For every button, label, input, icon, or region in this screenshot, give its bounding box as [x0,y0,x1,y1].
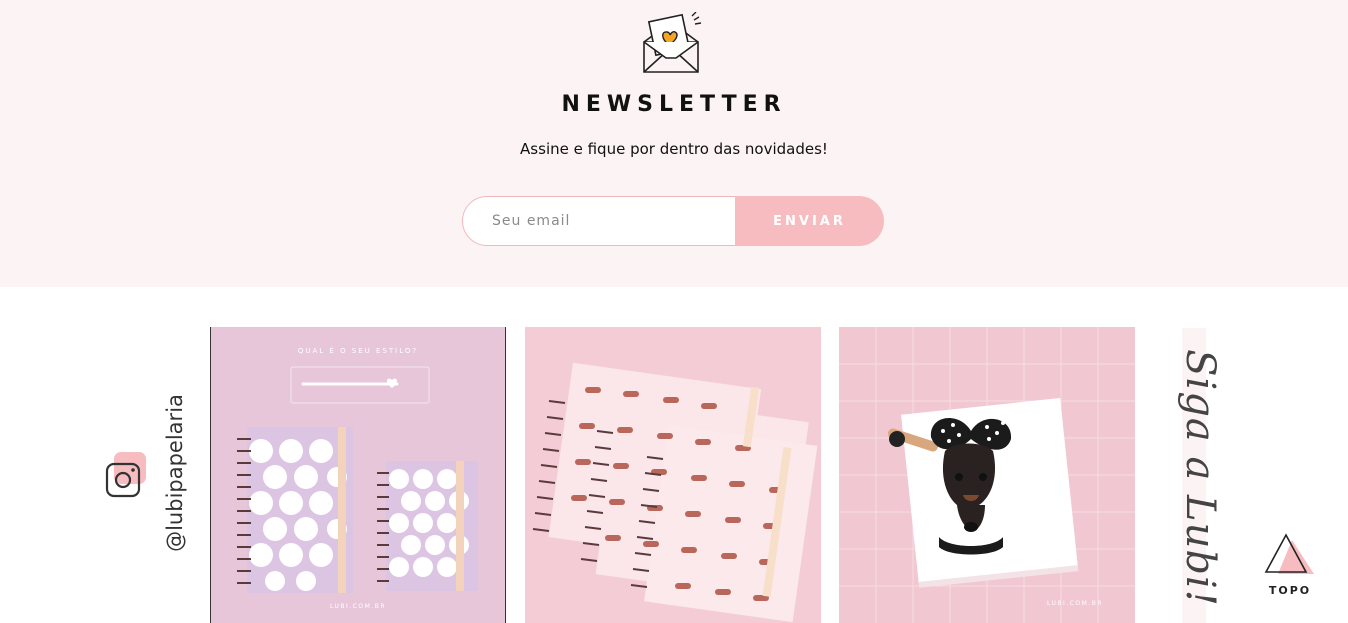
photo-caption: QUAL É O SEU ESTILO? [298,346,418,355]
photo-watermark: LUBI.COM.BR [330,603,386,610]
newsletter-title: NEWSLETTER [561,92,787,117]
newsletter-subtitle: Assine e fique por dentro das novidades! [520,140,828,158]
newsletter-form: ENVIAR [462,196,884,246]
email-input[interactable] [462,196,762,246]
back-to-top-button[interactable]: TOPO [1262,532,1318,602]
envelope-heart-icon [643,12,702,73]
back-to-top-label: TOPO [1268,584,1312,597]
instagram-icon[interactable] [104,452,148,500]
triangle-up-icon [1264,533,1314,574]
photo-dachshund-notebooks[interactable] [525,327,821,623]
submit-button[interactable]: ENVIAR [735,196,884,246]
newsletter-section: NEWSLETTER Assine e fique por dentro das… [0,0,1348,287]
follow-text[interactable]: Siga a Lubi! [1177,349,1223,607]
photo-watermark: LUBI.COM.BR [1047,600,1103,607]
instagram-handle[interactable]: @lubipapelaria [163,394,187,552]
photo-dog-notebook[interactable]: LUBI.COM.BR [839,327,1135,623]
photo-polka-dot-notebooks[interactable]: QUAL É O SEU ESTILO? LUBI.COM.BR [210,327,506,623]
